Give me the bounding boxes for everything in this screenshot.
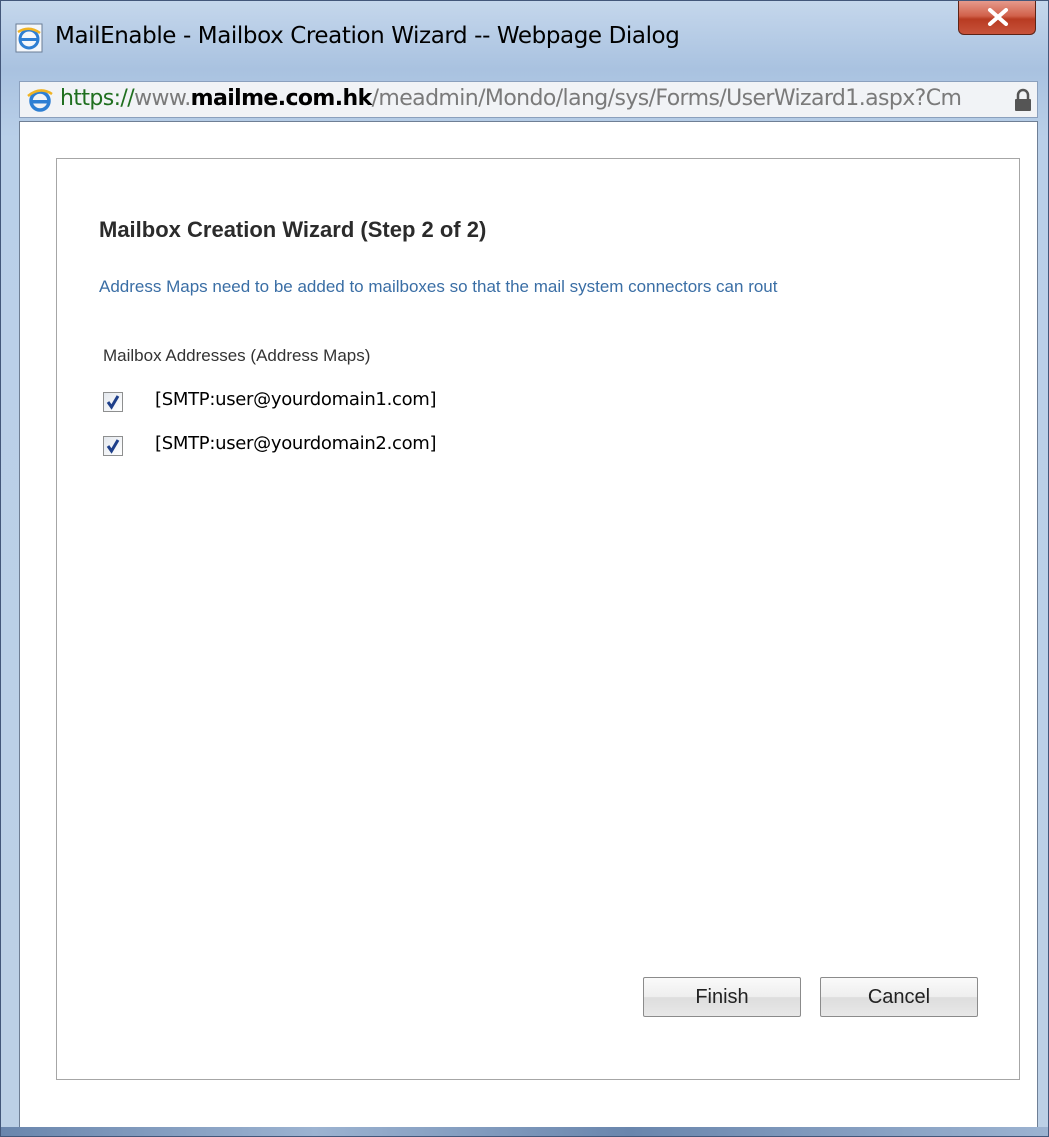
address-bar[interactable]: https://www.mailme.com.hk/meadmin/Mondo/… [19,81,1038,118]
finish-button[interactable]: Finish [643,977,801,1017]
url-host: mailme.com.hk [190,86,373,111]
address-maps-label: Mailbox Addresses (Address Maps) [103,346,371,365]
ie-page-icon [15,23,43,53]
window-title: MailEnable - Mailbox Creation Wizard -- … [55,23,680,49]
wizard-title: Mailbox Creation Wizard (Step 2 of 2) [99,217,487,242]
url-text: https://www.mailme.com.hk/meadmin/Mondo/… [60,86,962,111]
dialog-window: MailEnable - Mailbox Creation Wizard -- … [0,0,1049,1137]
internet-explorer-icon [26,86,54,119]
close-button[interactable] [958,1,1036,35]
title-bar[interactable]: MailEnable - Mailbox Creation Wizard -- … [1,1,1048,81]
window-bottom-border [1,1127,1048,1136]
checkmark-icon [106,395,120,410]
cancel-button[interactable]: Cancel [820,977,978,1017]
close-icon [988,8,1008,26]
url-prefix: www. [134,86,191,111]
address-map-checkbox[interactable] [103,392,123,412]
address-map-label[interactable]: [SMTP:user@yourdomain1.com] [155,389,437,410]
checkmark-icon [106,439,120,454]
url-scheme: https:// [60,86,135,111]
wizard-description: Address Maps need to be added to mailbox… [99,277,778,296]
url-path: /meadmin/Mondo/lang/sys/Forms/UserWizard… [371,86,962,111]
address-map-checkbox[interactable] [103,436,123,456]
dialog-content: Mailbox Creation Wizard (Step 2 of 2) Ad… [19,121,1038,1129]
wizard-panel: Mailbox Creation Wizard (Step 2 of 2) Ad… [56,158,1020,1080]
address-map-label[interactable]: [SMTP:user@yourdomain2.com] [155,433,437,454]
lock-icon[interactable] [1012,88,1034,117]
